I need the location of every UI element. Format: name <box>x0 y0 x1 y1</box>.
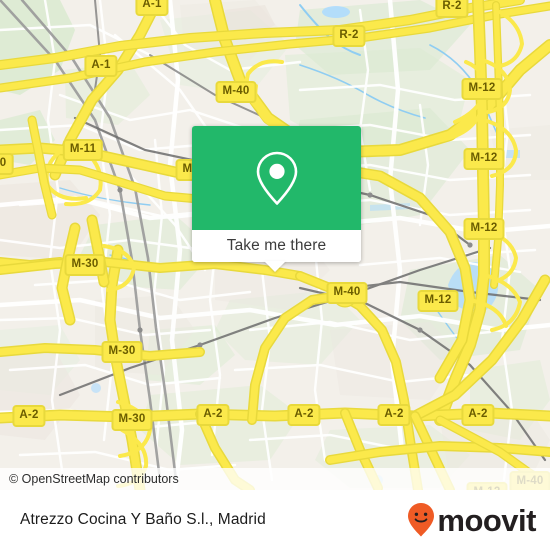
road-shield: A-2 <box>12 405 46 427</box>
take-me-there-popup[interactable]: Take me there <box>192 126 361 262</box>
road-shield: M-12 <box>461 78 503 100</box>
popup-action-label[interactable]: Take me there <box>192 230 361 262</box>
road-shield: A-1 <box>135 0 169 16</box>
road-shield: M-40 <box>215 81 257 103</box>
road-shield: M-12 <box>417 290 459 312</box>
map-screen: .wtr{fill:#aadaff;} .grn{fill:#d9ead0;} … <box>0 0 550 550</box>
road-shield: A-2 <box>377 404 411 426</box>
road-shield: M-11 <box>62 139 104 161</box>
map-attribution: © OpenStreetMap contributors <box>0 468 550 490</box>
road-shield: A-2 <box>196 404 230 426</box>
road-shield: R-2 <box>332 25 366 47</box>
road-shield: 0 <box>0 153 14 175</box>
popup-marker-area <box>192 126 361 230</box>
road-shield: A-2 <box>461 404 495 426</box>
moovit-wordmark: moovit <box>437 502 536 538</box>
road-shield: M-30 <box>101 341 143 363</box>
road-shield: R-2 <box>435 0 469 18</box>
road-shield: A-2 <box>287 404 321 426</box>
road-shield: A-1 <box>84 55 118 77</box>
road-shield: M-40 <box>326 282 368 304</box>
road-shield: M-12 <box>463 218 505 240</box>
moovit-smiley-pin-icon <box>408 503 435 537</box>
road-shield: M-12 <box>463 148 505 170</box>
map-pin-icon <box>256 151 297 205</box>
popup-pointer-tail <box>264 261 286 272</box>
attribution-text: © OpenStreetMap contributors <box>9 472 179 486</box>
road-shield: M-30 <box>111 409 153 431</box>
place-title: Atrezzo Cocina Y Baño S.l., Madrid <box>20 511 266 528</box>
road-shield: M-30 <box>64 254 106 276</box>
moovit-logo[interactable]: moovit <box>406 502 536 538</box>
footer-bar: Atrezzo Cocina Y Baño S.l., Madrid moovi… <box>0 490 550 550</box>
